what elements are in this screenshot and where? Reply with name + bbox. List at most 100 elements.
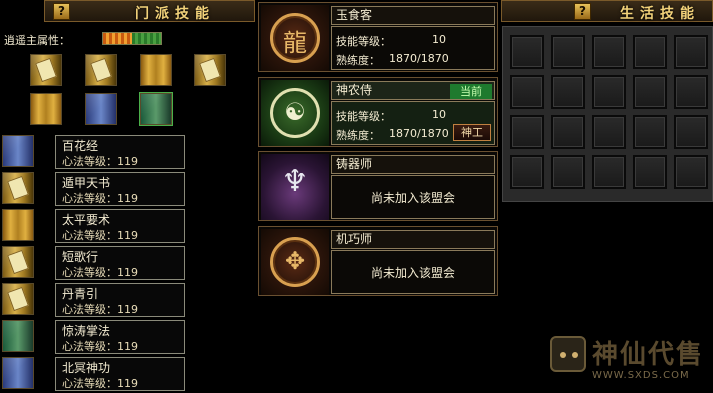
mechanist-emblem-icon: ✥ xyxy=(261,229,329,295)
skill-name: 北冥神功 xyxy=(62,361,111,375)
sect-help-button[interactable]: ? xyxy=(53,3,70,20)
life-skill-slot[interactable] xyxy=(510,35,544,69)
skill-level-value: 10 xyxy=(432,108,446,121)
life-skill-slot[interactable] xyxy=(592,75,626,109)
skill-row[interactable]: 百花经 心法等级：119 xyxy=(0,135,186,169)
sect-scroll-icon[interactable] xyxy=(30,93,62,125)
skill-book-icon xyxy=(2,135,34,167)
life-skill-slot[interactable] xyxy=(510,75,544,109)
profession-card[interactable]: 龍 玉食客 技能等级： 10 熟练度： 1870/1870 xyxy=(258,2,498,72)
skill-box: 短歌行 心法等级：119 xyxy=(55,246,185,280)
sect-book-icon[interactable] xyxy=(30,54,62,86)
skill-book-icon xyxy=(2,283,34,315)
skill-box: 太平要术 心法等级：119 xyxy=(55,209,185,243)
attribute-bar-wood xyxy=(132,33,161,44)
divine-craft-button[interactable]: 神工 xyxy=(453,124,491,141)
skill-row[interactable]: 丹青引 心法等级：119 xyxy=(0,283,186,317)
life-skill-slot[interactable] xyxy=(510,115,544,149)
attribute-label: 逍遥主属性： xyxy=(4,34,70,47)
profession-body: 尚未加入该盟会 xyxy=(331,175,495,219)
profession-name: 机巧师 xyxy=(331,230,495,249)
proficiency-label: 熟练度： xyxy=(336,129,380,142)
skill-book-icon xyxy=(2,320,34,352)
skill-name: 太平要术 xyxy=(62,213,111,227)
skill-name: 遁甲天书 xyxy=(62,176,111,190)
skill-name: 丹青引 xyxy=(62,287,99,301)
skill-row[interactable]: 短歌行 心法等级：119 xyxy=(0,246,186,280)
life-skill-slot[interactable] xyxy=(551,35,585,69)
life-skill-slot[interactable] xyxy=(551,115,585,149)
life-skills-header: ? 生活技能 xyxy=(501,0,713,22)
life-skill-slot[interactable] xyxy=(592,35,626,69)
watermark-url: WWW.SXDS.COM xyxy=(592,370,690,381)
skill-name: 短歌行 xyxy=(62,250,99,264)
not-joined-note: 尚未加入该盟会 xyxy=(370,191,455,205)
skill-box: 惊涛掌法 心法等级：119 xyxy=(55,320,185,354)
profession-body: 技能等级： 10 熟练度： 1870/1870 神工 xyxy=(331,101,495,145)
profession-body: 技能等级： 10 熟练度： 1870/1870 xyxy=(331,26,495,70)
life-skills-title: 生活技能 xyxy=(620,6,700,22)
life-skill-slot[interactable] xyxy=(633,35,667,69)
skill-level: 心法等级：119 xyxy=(62,266,138,279)
profession-card[interactable]: ✥ 机巧师 尚未加入该盟会 xyxy=(258,226,498,296)
life-skill-slot[interactable] xyxy=(674,35,708,69)
skill-box: 丹青引 心法等级：119 xyxy=(55,283,185,317)
profession-body: 尚未加入该盟会 xyxy=(331,250,495,294)
attribute-bar xyxy=(102,32,162,45)
skill-level: 心法等级：119 xyxy=(62,229,138,242)
skill-level-value: 10 xyxy=(432,33,446,46)
skill-level: 心法等级：119 xyxy=(62,377,138,390)
skill-scroll-icon xyxy=(2,209,34,241)
skill-level-label: 技能等级： xyxy=(336,35,391,48)
skill-box: 北冥神功 心法等级：119 xyxy=(55,357,185,391)
life-skill-slot[interactable] xyxy=(674,115,708,149)
life-skill-slot[interactable] xyxy=(592,115,626,149)
sect-scroll-icon[interactable] xyxy=(140,54,172,86)
profession-name: 玉食客 xyxy=(331,6,495,25)
skill-name: 百花经 xyxy=(62,139,99,153)
mascot-icon xyxy=(550,336,586,372)
life-skill-slot[interactable] xyxy=(510,155,544,189)
skill-row[interactable]: 遁甲天书 心法等级：119 xyxy=(0,172,186,206)
life-help-button[interactable]: ? xyxy=(574,3,591,20)
profession-name-text: 神农侍 xyxy=(336,83,373,97)
life-skill-slot[interactable] xyxy=(551,75,585,109)
sect-book-icon[interactable] xyxy=(85,93,117,125)
current-badge: 当前 xyxy=(450,84,492,99)
skill-box: 遁甲天书 心法等级：119 xyxy=(55,172,185,206)
watermark: 神仙代售 WWW.SXDS.COM xyxy=(550,334,710,389)
proficiency-value: 1870/1870 xyxy=(389,52,449,65)
skill-row[interactable]: 太平要术 心法等级：119 xyxy=(0,209,186,243)
profession-name: 铸器师 xyxy=(331,155,495,174)
life-skill-slot[interactable] xyxy=(674,155,708,189)
life-skill-slot[interactable] xyxy=(633,115,667,149)
skill-level: 心法等级：119 xyxy=(62,192,138,205)
life-skill-slot[interactable] xyxy=(633,75,667,109)
life-skill-slot[interactable] xyxy=(633,155,667,189)
sect-book-icon[interactable] xyxy=(139,92,173,126)
skill-box: 百花经 心法等级：119 xyxy=(55,135,185,169)
skill-book-icon xyxy=(2,172,34,204)
life-skill-slot[interactable] xyxy=(674,75,708,109)
life-skill-slot[interactable] xyxy=(551,155,585,189)
profession-card[interactable]: ☯ 神农侍 当前 技能等级： 10 熟练度： 1870/1870 神工 xyxy=(258,77,498,147)
herbalist-emblem-icon: ☯ xyxy=(261,80,329,146)
sect-book-icon[interactable] xyxy=(194,54,226,86)
skill-book-icon xyxy=(2,246,34,278)
chef-emblem-icon: 龍 xyxy=(261,5,329,71)
skill-name: 惊涛掌法 xyxy=(62,324,111,338)
life-skill-slot[interactable] xyxy=(592,155,626,189)
skill-level: 心法等级：119 xyxy=(62,155,138,168)
not-joined-note: 尚未加入该盟会 xyxy=(370,266,455,280)
profession-card[interactable]: ♆ 铸器师 尚未加入该盟会 xyxy=(258,151,498,221)
skill-book-icon xyxy=(2,357,34,389)
skill-level: 心法等级：119 xyxy=(62,303,138,316)
sect-skills-header: ? 门派技能 xyxy=(44,0,255,22)
proficiency-value: 1870/1870 xyxy=(389,127,449,140)
skill-level: 心法等级：119 xyxy=(62,340,138,353)
skill-row[interactable]: 惊涛掌法 心法等级：119 xyxy=(0,320,186,354)
skill-row[interactable]: 北冥神功 心法等级：119 xyxy=(0,357,186,391)
life-skill-grid xyxy=(502,26,713,202)
sect-book-icon[interactable] xyxy=(85,54,117,86)
proficiency-label: 熟练度： xyxy=(336,54,380,67)
